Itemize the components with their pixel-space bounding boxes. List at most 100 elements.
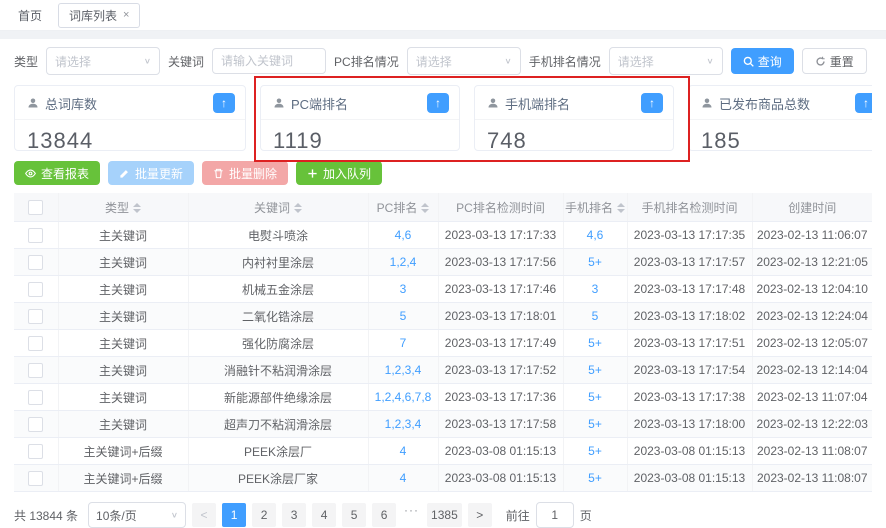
column-header: 手机排名检测时间 [627,193,752,222]
column-header[interactable]: 手机排名 [563,193,627,222]
keyword-input[interactable] [212,48,326,74]
cell-created-time: 2023-02-13 11:06:07 [752,222,872,249]
close-icon[interactable]: × [123,10,129,21]
action-bar: 查看报表批量更新批量删除加入队列 [14,161,872,185]
stat-card-value: 13844 [15,120,245,151]
tab-keyword-list[interactable]: 词库列表 × [58,3,140,28]
search-button[interactable]: 查询 [731,48,794,74]
row-checkbox-cell [14,465,58,492]
column-header[interactable]: 类型 [58,193,188,222]
table-row: 主关键词二氧化锆涂层52023-03-13 17:18:0152023-03-1… [14,303,872,330]
row-checkbox[interactable] [28,444,43,459]
sort-up-button[interactable]: ↑ [427,93,449,113]
page-button-1[interactable]: 1 [222,503,246,527]
sort-up-button[interactable]: ↑ [213,93,235,113]
cell-mobile-rank: 5+ [563,411,627,438]
next-page-button[interactable]: > [468,503,492,527]
chevron-down-icon: ∨ [504,57,511,66]
pc-rank-label: PC排名情况 [334,53,399,70]
row-checkbox[interactable] [28,228,43,243]
cell-keyword: 新能源部件绝缘涂层 [188,384,368,411]
view-report-button[interactable]: 查看报表 [14,161,100,185]
row-checkbox[interactable] [28,390,43,405]
row-checkbox[interactable] [28,336,43,351]
tab-bar: 首页 词库列表 × [0,0,886,31]
cell-mobile-rank: 5+ [563,249,627,276]
sort-caret-icon[interactable] [133,203,141,213]
page-button-2[interactable]: 2 [252,503,276,527]
cell-created-time: 2023-02-13 12:05:07 [752,330,872,357]
type-select[interactable]: 请选择 ∨ [46,47,160,75]
sort-up-button[interactable]: ↑ [641,93,663,113]
cell-pc-rank: 1,2,4 [368,249,438,276]
cell-created-time: 2023-02-13 11:08:07 [752,465,872,492]
cell-keyword: 内衬衬里涂层 [188,249,368,276]
row-checkbox[interactable] [28,255,43,270]
goto-page-input[interactable] [536,502,574,528]
batch-update-button[interactable]: 批量更新 [108,161,194,185]
stat-cards: 总词库数↑13844PC端排名↑1119手机端排名↑748已发布商品总数↑185 [14,85,872,151]
table-row: 主关键词强化防腐涂层72023-03-13 17:17:495+2023-03-… [14,330,872,357]
row-checkbox[interactable] [28,471,43,486]
pagination: 共 13844 条 10条/页 ∨ < 123456···1385 > 前往 页 [14,502,872,528]
page-button-6[interactable]: 6 [372,503,396,527]
select-all-checkbox[interactable] [28,200,43,215]
cell-pc-check-time: 2023-03-13 17:17:49 [438,330,563,357]
row-checkbox[interactable] [28,417,43,432]
cell-pc-rank: 4,6 [368,222,438,249]
row-checkbox[interactable] [28,309,43,324]
stat-card-label: 手机端排名 [505,94,635,113]
row-checkbox[interactable] [28,363,43,378]
table-row: 主关键词内衬衬里涂层1,2,42023-03-13 17:17:565+2023… [14,249,872,276]
stat-card-value: 748 [475,120,673,151]
pencil-icon [119,168,130,179]
chevron-down-icon: ∨ [706,57,713,66]
sort-caret-icon[interactable] [421,203,429,213]
row-checkbox[interactable] [28,282,43,297]
stat-card-published-products: 已发布商品总数↑185 [688,85,872,151]
cell-pc-rank: 1,2,4,6,7,8 [368,384,438,411]
table-row: 主关键词电熨斗喷涂4,62023-03-13 17:17:334,62023-0… [14,222,872,249]
cell-keyword: 二氧化锆涂层 [188,303,368,330]
table-row: 主关键词+后缀PEEK涂层厂42023-03-08 01:15:135+2023… [14,438,872,465]
row-checkbox-cell [14,438,58,465]
column-header[interactable]: PC排名 [368,193,438,222]
table-row: 主关键词超声刀不粘润滑涂层1,2,3,42023-03-13 17:17:585… [14,411,872,438]
keyword-table: 类型关键词PC排名PC排名检测时间手机排名手机排名检测时间创建时间 主关键词电熨… [14,193,872,492]
column-header[interactable]: 关键词 [188,193,368,222]
join-queue-button[interactable]: 加入队列 [296,161,382,185]
prev-page-button[interactable]: < [192,503,216,527]
cell-mobile-check-time: 2023-03-13 17:17:38 [627,384,752,411]
cell-created-time: 2023-02-13 12:14:04 [752,357,872,384]
user-icon [701,97,713,109]
sort-up-button[interactable]: ↑ [855,93,872,113]
sort-caret-icon[interactable] [294,203,302,213]
table-body: 主关键词电熨斗喷涂4,62023-03-13 17:17:334,62023-0… [14,222,872,492]
more-pages-icon[interactable]: ··· [402,503,421,527]
cell-mobile-rank: 3 [563,276,627,303]
page-button-4[interactable]: 4 [312,503,336,527]
eye-icon [25,168,36,179]
reset-button[interactable]: 重置 [802,48,867,74]
row-checkbox-cell [14,303,58,330]
cell-type: 主关键词+后缀 [58,438,188,465]
table-row: 主关键词机械五金涂层32023-03-13 17:17:4632023-03-1… [14,276,872,303]
row-checkbox-cell [14,384,58,411]
stat-card-value: 1119 [261,120,459,151]
batch-delete-button[interactable]: 批量删除 [202,161,288,185]
cell-pc-check-time: 2023-03-13 17:18:01 [438,303,563,330]
page-button-1385[interactable]: 1385 [427,503,462,527]
cell-pc-check-time: 2023-03-13 17:17:36 [438,384,563,411]
tab-home[interactable]: 首页 [12,4,48,27]
page-size-select[interactable]: 10条/页 ∨ [88,502,186,528]
stat-card-label: 总词库数 [45,94,207,113]
stat-card-total-keywords: 总词库数 ↑ 13844 [14,85,246,151]
table-row: 主关键词新能源部件绝缘涂层1,2,4,6,7,82023-03-13 17:17… [14,384,872,411]
pc-rank-select[interactable]: 请选择 ∨ [407,47,521,75]
cell-mobile-rank: 5 [563,303,627,330]
mobile-rank-select[interactable]: 请选择 ∨ [609,47,723,75]
sort-caret-icon[interactable] [617,203,625,213]
page-button-3[interactable]: 3 [282,503,306,527]
page-button-5[interactable]: 5 [342,503,366,527]
column-header: 创建时间 [752,193,872,222]
